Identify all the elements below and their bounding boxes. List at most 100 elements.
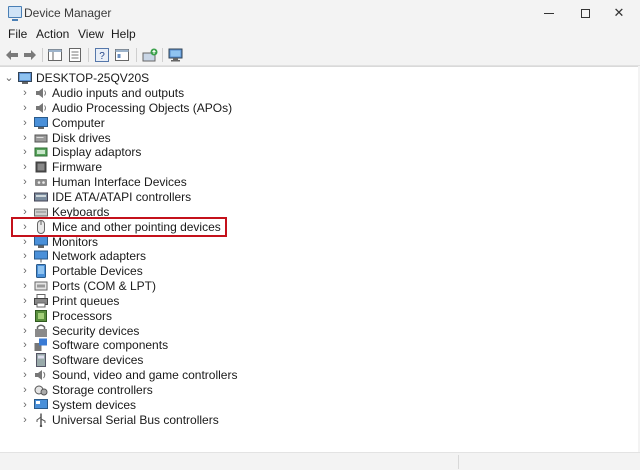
tree-category-row[interactable]: › Computer bbox=[0, 116, 600, 131]
computer-icon bbox=[34, 116, 48, 130]
help-icon: ? bbox=[95, 48, 109, 62]
collapse-chevron-icon[interactable]: › bbox=[20, 294, 30, 309]
collapse-chevron-icon[interactable]: › bbox=[20, 279, 30, 294]
tree-category-label: Ports (COM & LPT) bbox=[52, 279, 157, 293]
portable-device-icon bbox=[34, 264, 48, 278]
tree-root-label: DESKTOP-25QV20S bbox=[36, 71, 150, 85]
scan-hardware-button[interactable] bbox=[168, 47, 184, 63]
menu-action[interactable]: Action bbox=[36, 27, 69, 41]
tree-category-row[interactable]: › Processors bbox=[0, 309, 600, 324]
show-details-button[interactable] bbox=[114, 47, 130, 63]
tree-category-row[interactable]: › Monitors bbox=[0, 235, 600, 250]
collapse-chevron-icon[interactable]: › bbox=[20, 116, 30, 131]
maximize-icon bbox=[580, 8, 590, 18]
tree-category-row[interactable]: › Firmware bbox=[0, 160, 600, 175]
display-adapter-icon bbox=[34, 145, 48, 159]
tree-category-row[interactable]: › System devices bbox=[0, 398, 600, 413]
collapse-chevron-icon[interactable]: › bbox=[20, 160, 30, 175]
collapse-chevron-icon[interactable]: › bbox=[20, 264, 30, 279]
collapse-chevron-icon[interactable]: › bbox=[20, 368, 30, 383]
device-tree[interactable]: ⌄ DESKTOP-25QV20S › Audio inputs and outp… bbox=[0, 66, 638, 466]
menu-help[interactable]: Help bbox=[111, 27, 136, 41]
collapse-chevron-icon[interactable]: › bbox=[20, 398, 30, 413]
collapse-chevron-icon[interactable]: › bbox=[20, 383, 30, 398]
show-hide-console-tree-button[interactable] bbox=[47, 47, 63, 63]
tree-category-row[interactable]: › Software components bbox=[0, 338, 600, 353]
title-bar[interactable]: Device Manager ✕ bbox=[0, 0, 640, 26]
minimize-icon bbox=[544, 12, 554, 14]
menu-view[interactable]: View bbox=[78, 27, 104, 41]
toolbar: ? bbox=[0, 44, 640, 66]
collapse-chevron-icon[interactable]: › bbox=[20, 353, 30, 368]
tree-category-row[interactable]: › Security devices bbox=[0, 324, 600, 339]
close-button[interactable]: ✕ bbox=[598, 0, 640, 26]
tree-category-row[interactable]: › IDE ATA/ATAPI controllers bbox=[0, 190, 600, 205]
tree-root-row[interactable]: ⌄ DESKTOP-25QV20S bbox=[0, 71, 600, 86]
collapse-chevron-icon[interactable]: › bbox=[20, 309, 30, 324]
forward-icon bbox=[24, 50, 36, 60]
tree-category-row[interactable]: › Display adaptors bbox=[0, 145, 600, 160]
tree-category-label: Security devices bbox=[52, 324, 140, 338]
collapse-chevron-icon[interactable]: › bbox=[20, 413, 30, 428]
collapse-chevron-icon[interactable]: › bbox=[20, 86, 30, 101]
properties-icon bbox=[69, 48, 81, 62]
software-device-icon bbox=[34, 353, 48, 367]
tree-category-row[interactable]: › Print queues bbox=[0, 294, 600, 309]
status-bar-divider bbox=[458, 455, 459, 469]
back-icon bbox=[6, 50, 18, 60]
toolbar-separator bbox=[42, 48, 43, 62]
tree-category-label: Display adaptors bbox=[52, 145, 142, 159]
expand-chevron-icon[interactable]: ⌄ bbox=[4, 71, 14, 86]
help-button[interactable]: ? bbox=[94, 47, 110, 63]
tree-category-label: Disk drives bbox=[52, 131, 111, 145]
collapse-chevron-icon[interactable]: › bbox=[20, 190, 30, 205]
tree-category-label: Storage controllers bbox=[52, 383, 153, 397]
storage-controller-icon bbox=[34, 383, 48, 397]
tree-category-row[interactable]: › Audio inputs and outputs bbox=[0, 86, 600, 101]
tree-category-label: Software devices bbox=[52, 353, 144, 367]
tree-category-label: Monitors bbox=[52, 235, 99, 249]
usb-icon bbox=[34, 413, 48, 428]
tree-category-row[interactable]: › Network adapters bbox=[0, 249, 600, 264]
collapse-chevron-icon[interactable]: › bbox=[20, 235, 30, 250]
properties-button[interactable] bbox=[67, 47, 83, 63]
tree-category-label: Software components bbox=[52, 338, 169, 352]
collapse-chevron-icon[interactable]: › bbox=[20, 338, 30, 353]
tree-category-label: Human Interface Devices bbox=[52, 175, 187, 189]
tree-category-row[interactable]: › Sound, video and game controllers bbox=[0, 368, 600, 383]
tree-category-row[interactable]: › Human Interface Devices bbox=[0, 175, 600, 190]
collapse-chevron-icon[interactable]: › bbox=[20, 249, 30, 264]
update-driver-button[interactable] bbox=[142, 47, 158, 63]
back-button[interactable] bbox=[4, 47, 20, 63]
device-manager-window: Device Manager ✕ File Action View Help ?… bbox=[0, 0, 640, 470]
tree-category-label: Audio inputs and outputs bbox=[52, 86, 185, 100]
tree-category-label: Print queues bbox=[52, 294, 120, 308]
tree-category-row[interactable]: › Portable Devices bbox=[0, 264, 600, 279]
tree-category-row[interactable]: › Ports (COM & LPT) bbox=[0, 279, 600, 294]
tree-category-row[interactable]: › Audio Processing Objects (APOs) bbox=[0, 101, 600, 116]
show-hide-console-tree-icon bbox=[48, 49, 62, 61]
speaker-icon bbox=[34, 101, 48, 115]
hid-icon bbox=[34, 175, 48, 189]
tree-category-label: Network adapters bbox=[52, 249, 147, 263]
forward-button[interactable] bbox=[22, 47, 38, 63]
port-icon bbox=[34, 279, 48, 293]
menu-file[interactable]: File bbox=[8, 27, 27, 41]
collapse-chevron-icon[interactable]: › bbox=[20, 145, 30, 160]
window-title: Device Manager bbox=[24, 6, 112, 20]
highlight-annotation-box bbox=[11, 217, 227, 237]
collapse-chevron-icon[interactable]: › bbox=[20, 175, 30, 190]
tree-category-label: System devices bbox=[52, 398, 137, 412]
tree-category-row[interactable]: › Disk drives bbox=[0, 131, 600, 146]
collapse-chevron-icon[interactable]: › bbox=[20, 101, 30, 116]
toolbar-separator bbox=[136, 48, 137, 62]
collapse-chevron-icon[interactable]: › bbox=[20, 324, 30, 339]
scan-hardware-icon bbox=[168, 48, 183, 62]
tree-category-row[interactable]: › Universal Serial Bus controllers bbox=[0, 413, 600, 428]
tree-category-row[interactable]: › Software devices bbox=[0, 353, 600, 368]
software-component-icon bbox=[34, 338, 48, 352]
computer-icon bbox=[18, 71, 32, 85]
collapse-chevron-icon[interactable]: › bbox=[20, 131, 30, 146]
tree-category-row[interactable]: › Storage controllers bbox=[0, 383, 600, 398]
toolbar-separator bbox=[88, 48, 89, 62]
